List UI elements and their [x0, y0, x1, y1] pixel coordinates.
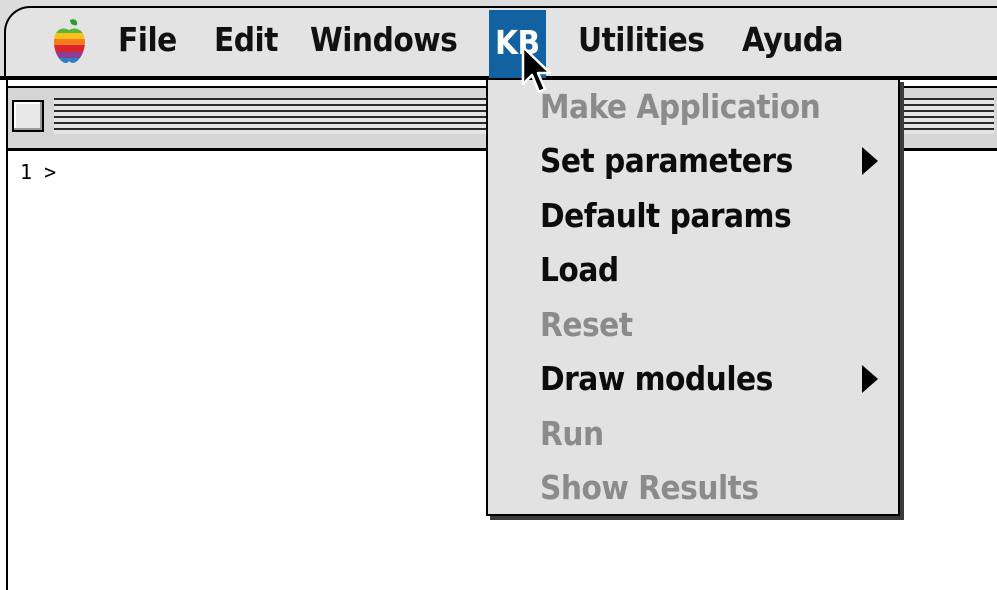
submenu-arrow-icon — [862, 147, 878, 175]
menu-item-load[interactable]: Load — [540, 243, 619, 297]
menu-item-run: Run — [540, 414, 604, 453]
kb-dropdown-menu: Make Application Set parameters Default … — [486, 78, 900, 516]
menu-item-draw-modules[interactable]: Draw modules — [540, 352, 773, 406]
submenu-arrow-icon — [862, 365, 878, 393]
menu-item-set-parameters[interactable]: Set parameters — [540, 134, 793, 188]
listener-prompt: 1 > — [20, 160, 57, 184]
menu-ayuda[interactable]: Ayuda — [742, 18, 844, 62]
menu-item-reset: Reset — [540, 305, 633, 344]
close-box[interactable] — [12, 100, 44, 132]
apple-menu-icon[interactable] — [52, 18, 86, 64]
menu-file[interactable]: File — [118, 18, 177, 62]
menu-bar: File Edit Windows KB Utilities Ayuda — [0, 0, 997, 80]
menu-item-make-application: Make Application — [540, 87, 821, 126]
menu-edit[interactable]: Edit — [214, 18, 278, 62]
menu-windows[interactable]: Windows — [310, 18, 458, 62]
arrow-cursor-icon — [521, 45, 552, 94]
menu-item-default-params[interactable]: Default params — [540, 189, 792, 243]
menu-item-show-results: Show Results — [540, 468, 759, 507]
menu-utilities[interactable]: Utilities — [578, 18, 705, 62]
